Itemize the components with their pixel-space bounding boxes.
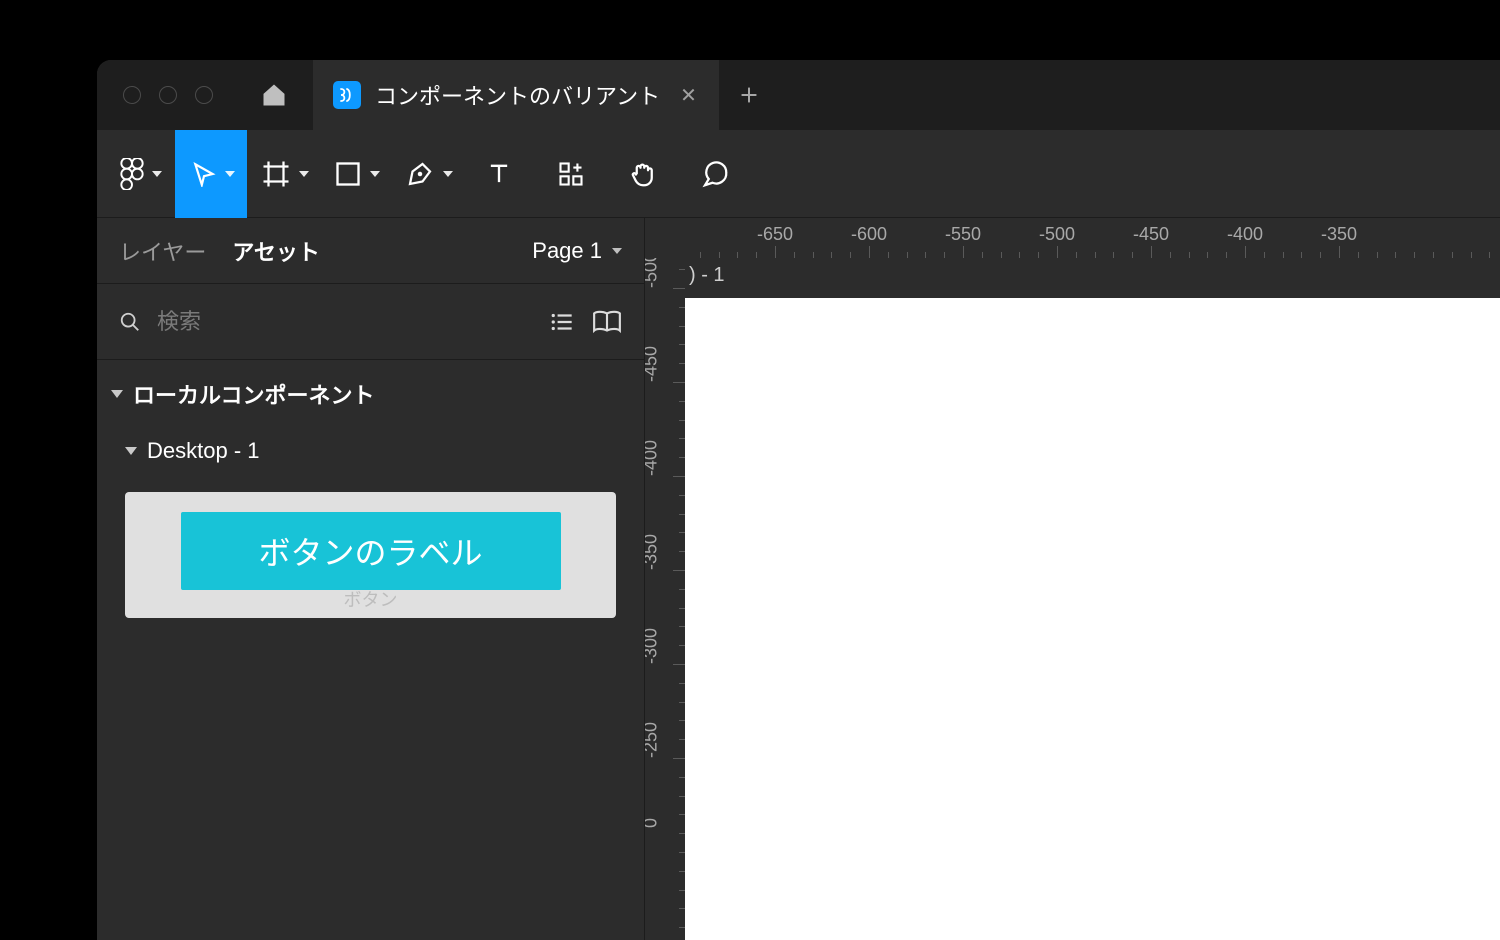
ruler-tick-label: 0 <box>645 818 662 828</box>
close-tab-button[interactable]: ✕ <box>680 83 697 108</box>
ruler-tick-label: -350 <box>1321 224 1357 245</box>
ruler-tick-label: -400 <box>1227 224 1263 245</box>
ruler-tick-label: -400 <box>645 440 662 476</box>
tab-layers[interactable]: レイヤー <box>119 235 206 267</box>
frame-group-header[interactable]: Desktop - 1 <box>97 410 644 474</box>
app-window: コンポーネントのバリアント ✕ <box>97 60 1500 940</box>
pen-icon <box>405 159 435 189</box>
hand-tool-button[interactable] <box>607 130 679 218</box>
assets-search-input[interactable] <box>157 309 534 335</box>
asset-button-label: ボタンのラベル <box>258 528 482 574</box>
home-tab[interactable] <box>235 60 313 130</box>
ruler-tick-label: -550 <box>945 224 981 245</box>
library-button[interactable] <box>592 309 622 335</box>
close-window-icon[interactable] <box>123 86 141 104</box>
disclosure-triangle-icon <box>125 447 137 455</box>
ruler-tick-label: -300 <box>645 628 662 664</box>
pen-tool-button[interactable] <box>391 130 463 218</box>
cursor-icon <box>191 161 217 187</box>
search-icon <box>119 311 141 333</box>
canvas-frame[interactable] <box>685 298 1500 940</box>
resources-icon <box>557 160 585 188</box>
chevron-down-icon <box>612 248 622 254</box>
plus-icon <box>739 85 759 105</box>
window-controls <box>97 60 235 130</box>
asset-thumbnail[interactable]: ボタンのラベル ボタン <box>125 492 616 618</box>
disclosure-triangle-icon <box>111 390 123 398</box>
ruler-tick-label: -450 <box>645 346 662 382</box>
main-area: レイヤー アセット Page 1 <box>97 218 1500 940</box>
ruler-horizontal: -650 -600 -550 -500 -450 -400 -350 <box>685 218 1500 258</box>
shape-tool-button[interactable] <box>319 130 391 218</box>
zoom-window-icon[interactable] <box>195 86 213 104</box>
home-icon <box>260 81 288 109</box>
ruler-corner <box>645 218 685 258</box>
figma-menu-button[interactable] <box>103 130 175 218</box>
tab-bar: コンポーネントのバリアント ✕ <box>97 60 1500 130</box>
list-view-button[interactable] <box>550 309 576 335</box>
file-tab[interactable]: コンポーネントのバリアント ✕ <box>313 60 719 130</box>
frame-group-label: Desktop - 1 <box>147 438 260 464</box>
left-panel: レイヤー アセット Page 1 <box>97 218 645 940</box>
frame-tool-button[interactable] <box>247 130 319 218</box>
chevron-down-icon <box>225 171 235 177</box>
move-tool-button[interactable] <box>175 130 247 218</box>
rectangle-icon <box>334 160 362 188</box>
ruler-vertical: -500-450-400-350-300-2500 <box>645 258 685 940</box>
asset-caption: ボタン <box>344 586 398 612</box>
file-tab-title: コンポーネントのバリアント <box>375 79 660 111</box>
ruler-tick-label: -650 <box>757 224 793 245</box>
toolbar <box>97 130 1500 218</box>
hand-icon <box>628 159 658 189</box>
text-icon <box>485 160 513 188</box>
frame-icon <box>261 159 291 189</box>
list-icon <box>550 309 576 335</box>
canvas-frame-label[interactable]: ) - 1 <box>689 264 725 287</box>
text-tool-button[interactable] <box>463 130 535 218</box>
figma-logo-icon <box>120 158 144 190</box>
chevron-down-icon <box>299 171 309 177</box>
figma-file-icon <box>333 81 361 109</box>
local-components-label: ローカルコンポーネント <box>133 378 375 410</box>
assets-search-row <box>97 284 644 360</box>
chevron-down-icon <box>370 171 380 177</box>
tab-assets[interactable]: アセット <box>232 235 320 267</box>
comment-tool-button[interactable] <box>679 130 751 218</box>
minimize-window-icon[interactable] <box>159 86 177 104</box>
page-name: Page 1 <box>532 238 602 264</box>
ruler-tick-label: -600 <box>851 224 887 245</box>
book-icon <box>592 309 622 335</box>
ruler-tick-label: -450 <box>1133 224 1169 245</box>
local-components-header[interactable]: ローカルコンポーネント <box>97 360 644 410</box>
ruler-tick-label: -500 <box>1039 224 1075 245</box>
asset-preview-button: ボタンのラベル <box>181 512 561 590</box>
canvas-area[interactable]: -650 -600 -550 -500 -450 -400 -350 -500 -450 -40… <box>645 218 1500 940</box>
page-selector[interactable]: Page 1 <box>532 238 622 264</box>
ruler-tick-label: -250 <box>645 722 662 758</box>
chevron-down-icon <box>443 171 453 177</box>
ruler-tick-label: -350 <box>645 534 662 570</box>
chevron-down-icon <box>152 171 162 177</box>
panel-tabs: レイヤー アセット Page 1 <box>97 218 644 284</box>
resources-tool-button[interactable] <box>535 130 607 218</box>
new-tab-button[interactable] <box>719 60 779 130</box>
comment-icon <box>700 159 730 189</box>
